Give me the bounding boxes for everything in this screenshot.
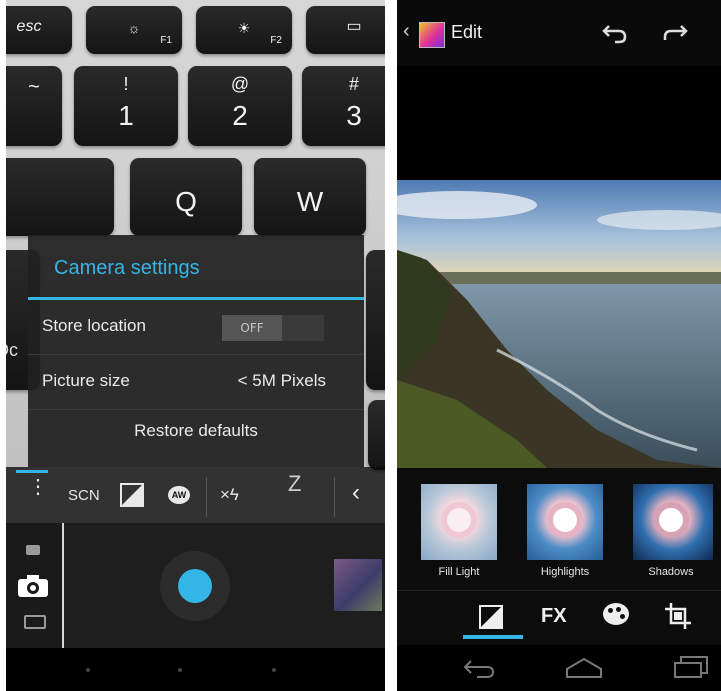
- key-3: # 3: [302, 66, 385, 146]
- photo-editor-screen: ‹ Edit Fill Light Highlights Shadows FX: [397, 0, 721, 691]
- filter-thumb-highlights[interactable]: [527, 484, 603, 560]
- menu-indicator: [16, 470, 48, 473]
- nav-dot: [272, 668, 276, 672]
- video-camera-icon[interactable]: [26, 545, 40, 555]
- picture-size-value[interactable]: < 5M Pixels: [238, 371, 326, 391]
- white-balance-button[interactable]: AW: [168, 486, 190, 504]
- filter-label-fill-light: Fill Light: [438, 566, 480, 578]
- key-caps-label: Dc: [6, 340, 18, 360]
- panorama-icon[interactable]: [24, 615, 46, 629]
- dialog-title: Camera settings: [54, 257, 200, 279]
- key-esc-label: esc: [16, 18, 42, 35]
- active-tab-indicator: [463, 635, 523, 639]
- collapse-chevron-icon[interactable]: ‹: [352, 479, 360, 507]
- last-photo-thumbnail[interactable]: [334, 559, 382, 611]
- key-w: W: [254, 158, 366, 236]
- toggle-off-state: OFF: [222, 315, 282, 341]
- filter-label-highlights: Highlights: [540, 566, 590, 578]
- store-location-toggle[interactable]: OFF: [222, 315, 324, 341]
- picture-size-label: Picture size: [42, 371, 130, 390]
- undo-icon[interactable]: [601, 22, 629, 44]
- key-d: [368, 400, 385, 470]
- key-f3: ▭: [306, 6, 385, 54]
- toolbar-divider-2: [334, 477, 335, 517]
- key-tab: [6, 158, 114, 236]
- filter-thumb-shadows[interactable]: [633, 484, 713, 560]
- scene-mode-button[interactable]: SCN: [68, 487, 100, 504]
- system-nav-bar: [397, 645, 721, 691]
- key-1-shift-label: !: [123, 74, 129, 94]
- coastal-landscape-photo: [397, 180, 721, 468]
- brightness-down-icon: ☼: [127, 20, 141, 36]
- mission-control-icon: ▭: [346, 18, 362, 35]
- redo-icon[interactable]: [661, 22, 689, 44]
- key-f2: ☀ F2: [196, 6, 292, 54]
- filter-strip: Fill Light Highlights Shadows: [397, 468, 721, 590]
- key-esc: esc: [6, 6, 72, 54]
- shutter-button[interactable]: [178, 569, 212, 603]
- editor-title: Edit: [451, 22, 483, 42]
- toolbar-divider: [206, 477, 207, 517]
- camera-app-screen: esc ☼ F1 ☀ F2 ▭ ~ ! 1 @ 2 # 3 Q W c Came…: [6, 0, 385, 691]
- camera-toolbar: ⋮ SCN AW ×ϟ Z ‹: [6, 467, 385, 523]
- key-2-shift-label: @: [230, 74, 250, 94]
- key-2-label: 2: [232, 100, 248, 131]
- flash-off-button[interactable]: ×ϟ: [220, 485, 239, 505]
- key-f1: ☼ F1: [86, 6, 182, 54]
- store-location-row[interactable]: Store location OFF: [28, 300, 364, 355]
- flower-icon: [553, 508, 577, 532]
- filter-thumb-fill-light[interactable]: [421, 484, 497, 560]
- editor-action-bar: ‹ Edit: [397, 0, 721, 66]
- restore-defaults-button[interactable]: Restore defaults: [28, 421, 364, 441]
- nav-dot: [178, 668, 182, 672]
- key-tilde-label: ~: [28, 76, 40, 98]
- key-w-label: W: [296, 186, 324, 217]
- key-tilde: ~: [6, 66, 62, 146]
- fx-tab[interactable]: FX: [541, 605, 567, 628]
- edited-photo[interactable]: [397, 180, 721, 468]
- key-3-shift-label: #: [348, 74, 359, 94]
- menu-dots-icon[interactable]: ⋮: [28, 477, 48, 497]
- key-q: Q: [130, 158, 242, 236]
- nav-home-icon[interactable]: [565, 657, 603, 679]
- camera-settings-dialog: Camera settings Store location OFF Pictu…: [28, 235, 364, 467]
- key-q-label: Q: [175, 186, 197, 217]
- key-3-label: 3: [346, 100, 362, 131]
- store-location-label: Store location: [42, 316, 146, 335]
- camera-controls: [6, 523, 385, 648]
- flower-icon: [447, 508, 471, 532]
- camera-icon[interactable]: [18, 575, 48, 597]
- key-1-label: 1: [118, 100, 134, 131]
- nav-recents-icon[interactable]: [673, 655, 709, 679]
- nav-dot: [86, 668, 90, 672]
- key-2: @ 2: [188, 66, 292, 146]
- key-e: [366, 250, 385, 390]
- palette-icon[interactable]: [603, 603, 629, 625]
- mode-separator: [62, 523, 64, 648]
- picture-size-row[interactable]: Picture size < 5M Pixels: [28, 355, 364, 410]
- exposure-icon[interactable]: [120, 483, 144, 507]
- key-z-label: Z: [288, 471, 302, 496]
- gallery-app-icon[interactable]: [419, 22, 445, 48]
- key-f2-label: F2: [270, 35, 282, 46]
- key-1: ! 1: [74, 66, 178, 146]
- filter-label-shadows: Shadows: [648, 566, 694, 578]
- crop-icon[interactable]: [665, 603, 691, 629]
- editor-tool-tabs: FX: [397, 590, 721, 646]
- exposure-tool-icon[interactable]: [479, 605, 503, 629]
- back-chevron-icon[interactable]: ‹: [403, 20, 410, 43]
- system-nav-bar: [6, 648, 385, 691]
- nav-back-icon[interactable]: [461, 657, 497, 679]
- flower-icon: [659, 508, 683, 532]
- key-f1-label: F1: [160, 35, 172, 46]
